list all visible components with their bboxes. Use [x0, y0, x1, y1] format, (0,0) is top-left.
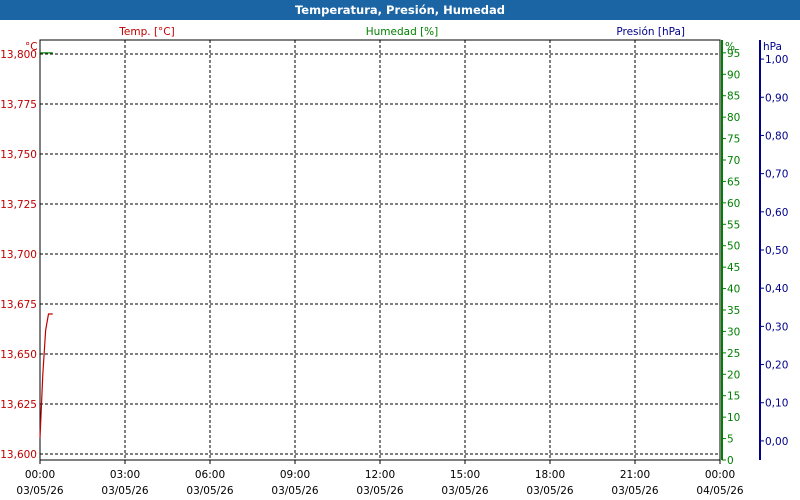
temp-tick-label: 13,775	[0, 99, 37, 111]
pressure-tick-label: 0,90	[765, 92, 788, 104]
temp-tick-label: 13,750	[0, 149, 37, 161]
humidity-axis: 0 5 10 15 20 25 30 35 40 45 50 55 60 65 70 75 80 85 90 95	[721, 40, 740, 467]
time-tick-label: 18:00	[535, 469, 565, 481]
pressure-tick-label: 0,60	[765, 207, 788, 219]
temp-axis-label: Temp. [°C]	[118, 26, 174, 38]
pressure-tick-label: 0,50	[765, 245, 788, 257]
pressure-tick-label: 0,80	[765, 130, 788, 142]
date-tick-label: 04/05/26	[696, 485, 743, 497]
humidity-tick-label: 90	[727, 69, 740, 81]
temperature-axis: 13,600 13,625 13,650 13,675 13,700 13,725 13,7…	[0, 49, 37, 461]
pressure-tick-label: 0,40	[765, 283, 788, 295]
humidity-tick-label: 50	[727, 241, 740, 253]
humidity-tick-label: 80	[727, 112, 740, 124]
pressure-axis: 0,00 0,10 0,20 0,30 0,40 0,50 0,60 0,70 0,80 0,90…	[759, 40, 788, 460]
humidity-tick-label: 20	[727, 369, 740, 381]
pressure-tick-label: 0,10	[765, 398, 788, 410]
humidity-tick-label: 15	[727, 391, 740, 403]
humidity-tick-label: 70	[727, 155, 740, 167]
temp-tick-label: 13,800	[0, 49, 37, 61]
humidity-tick-label: 85	[727, 91, 740, 103]
humidity-tick-label: 40	[727, 284, 740, 296]
chart-title: Temperatura, Presión, Humedad	[295, 3, 505, 17]
date-tick-label: 03/05/26	[16, 485, 63, 497]
temp-tick-label: 13,650	[0, 349, 37, 361]
pressure-tick-label: 1,00	[765, 54, 788, 66]
time-tick-label: 06:00	[195, 469, 225, 481]
chart: Temperatura, Presión, Humedad °C Temp. […	[0, 0, 800, 497]
humidity-tick-label: 0	[727, 455, 734, 467]
pressure-tick-label: 0,30	[765, 321, 788, 333]
humidity-tick-label: 45	[727, 262, 740, 274]
pressure-tick-label: 0,00	[765, 436, 788, 448]
temp-tick-label: 13,725	[0, 199, 37, 211]
time-tick-label: 15:00	[450, 469, 480, 481]
humidity-tick-label: 75	[727, 134, 740, 146]
time-tick-label: 21:00	[620, 469, 650, 481]
time-tick-label: 09:00	[280, 469, 310, 481]
time-axis: 00:00 03/05/26 03:00 03/05/26 06:00 03/05/26 0…	[16, 460, 744, 497]
time-tick-label: 12:00	[365, 469, 395, 481]
date-tick-label: 03/05/26	[611, 485, 658, 497]
humidity-tick-label: 35	[727, 305, 740, 317]
pressure-tick-label: 0,70	[765, 169, 788, 181]
pressure-axis-label: Presión [hPa]	[616, 26, 685, 38]
humidity-tick-label: 60	[727, 198, 740, 210]
pressure-axis-unit: hPa	[763, 41, 782, 53]
time-tick-label: 03:00	[110, 469, 140, 481]
time-tick-label: 00:00	[705, 469, 735, 481]
temp-tick-label: 13,700	[0, 249, 37, 261]
humidity-tick-label: 5	[727, 434, 734, 446]
humidity-tick-label: 95	[727, 48, 740, 60]
temp-tick-label: 13,625	[0, 399, 37, 411]
temp-tick-label: 13,675	[0, 299, 37, 311]
date-tick-label: 03/05/26	[356, 485, 403, 497]
humidity-tick-label: 65	[727, 176, 740, 188]
date-tick-label: 03/05/26	[526, 485, 573, 497]
date-tick-label: 03/05/26	[271, 485, 318, 497]
humidity-tick-label: 10	[727, 412, 740, 424]
humidity-tick-label: 25	[727, 348, 740, 360]
temp-tick-label: 13,600	[0, 449, 37, 461]
date-tick-label: 03/05/26	[101, 485, 148, 497]
pressure-tick-label: 0,20	[765, 360, 788, 372]
humidity-tick-label: 55	[727, 219, 740, 231]
humidity-tick-label: 30	[727, 326, 740, 338]
humidity-axis-label: Humedad [%]	[366, 26, 439, 38]
date-tick-label: 03/05/26	[186, 485, 233, 497]
time-tick-label: 00:00	[25, 469, 55, 481]
date-tick-label: 03/05/26	[441, 485, 488, 497]
